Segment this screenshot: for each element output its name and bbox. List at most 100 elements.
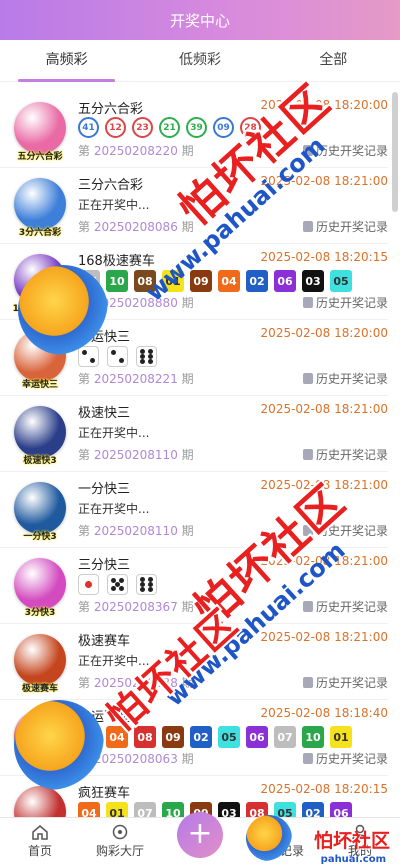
period-number: 第 20250208063 期 xyxy=(78,750,194,767)
dice-pip xyxy=(90,358,96,364)
lottery-name: 幸运快三 xyxy=(78,330,131,345)
tab-all[interactable]: 全部 xyxy=(267,40,400,82)
lottery-row[interactable]: 幸运飞艇 幸运飞艇 2025-02-08 18:18:40 03 04 08 09 02 05 0… xyxy=(0,700,388,776)
draw-time: 2025-02-08 18:21:00 xyxy=(260,554,388,568)
dice-pip xyxy=(110,586,116,592)
result-number: 04 xyxy=(106,726,128,748)
draw-time: 2025-02-08 18:20:15 xyxy=(260,782,388,796)
dice-pip xyxy=(81,349,87,355)
history-label: 历史开奖记录 xyxy=(315,752,388,766)
result-ball: 39 xyxy=(186,117,207,138)
tab-low-frequency[interactable]: 低频彩 xyxy=(133,40,266,82)
lottery-name: 三分快三 xyxy=(78,558,131,573)
lottery-logo-caption: 一分快3 xyxy=(23,532,57,542)
lottery-list: 五分六合彩 五分六合彩 2025-02-08 18:20:00 41 12 23 21 39 0… xyxy=(0,92,388,817)
history-label: 历史开奖记录 xyxy=(315,448,388,462)
history-icon xyxy=(302,677,313,688)
result-number: 06 xyxy=(274,270,296,292)
lottery-row[interactable]: 疯狂赛车疯狂赛车2025-02-08 18:20:150401071009030… xyxy=(0,776,388,817)
dice-pip xyxy=(139,348,145,354)
lottery-row[interactable]: 极速赛车 极速赛车 2025-02-08 18:21:00 正在开奖中... 第 202… xyxy=(0,624,388,700)
draw-result-dice xyxy=(78,346,157,367)
result-number: 06 xyxy=(330,802,352,817)
history-label: 历史开奖记录 xyxy=(315,372,388,386)
lottery-row[interactable]: 五分六合彩 五分六合彩 2025-02-08 18:20:00 41 12 23 21 39 0… xyxy=(0,92,388,168)
period-prefix: 第 xyxy=(78,144,91,158)
lottery-logo xyxy=(14,406,66,458)
lottery-row[interactable]: 3分六合彩 三分六合彩 2025-02-08 18:21:00 正在开奖中... 第 2… xyxy=(0,168,388,244)
draw-time: 2025-02-08 18:20:00 xyxy=(260,98,388,112)
draw-result-balls: 41 12 23 21 39 09 28 xyxy=(78,117,261,138)
result-number: 10 xyxy=(162,802,184,817)
dice-pip xyxy=(139,576,145,582)
home-icon xyxy=(32,825,48,840)
lottery-logo-caption: 幸运快三 xyxy=(21,380,58,390)
period-number: 第 20250208538 期 xyxy=(78,674,194,691)
record-icon xyxy=(273,824,287,840)
result-ball: 12 xyxy=(105,117,126,138)
history-records-link[interactable]: 历史开奖记录 xyxy=(302,294,388,311)
dice-pip xyxy=(148,576,154,582)
history-records-link[interactable]: 历史开奖记录 xyxy=(302,370,388,387)
draw-time: 2025-02-08 18:21:00 xyxy=(260,402,388,416)
history-icon xyxy=(302,145,313,156)
lottery-row[interactable]: 3分快3 三分快三 2025-02-08 18:21:00 第 20250208367… xyxy=(0,548,388,624)
lottery-name: 三分六合彩 xyxy=(78,178,144,193)
period-suffix: 期 xyxy=(181,752,194,766)
tab-high-frequency[interactable]: 高频彩 xyxy=(0,40,133,82)
history-records-link[interactable]: 历史开奖记录 xyxy=(302,598,388,615)
result-ball: 09 xyxy=(213,117,234,138)
watermark-badge-text: 怕坏社区 xyxy=(313,830,390,852)
period-value: 20250208221 xyxy=(93,372,178,386)
app-screen: 开奖中心 高频彩 低频彩 全部 五分六合彩 五分六合彩 2025-02-08 18:… xyxy=(0,0,400,867)
lottery-logo-caption: 极速快3 xyxy=(23,456,57,466)
draw-status: 正在开奖中... xyxy=(78,654,150,668)
result-number: 03 xyxy=(302,270,324,292)
nav-home[interactable]: 首页 xyxy=(0,818,80,867)
scrollbar[interactable] xyxy=(392,92,398,212)
period-value: 20250208538 xyxy=(93,676,178,690)
page-header: 开奖中心 xyxy=(0,0,400,40)
result-number: 09 xyxy=(190,270,212,292)
history-records-link[interactable]: 历史开奖记录 xyxy=(302,142,388,159)
history-records-link[interactable]: 历史开奖记录 xyxy=(302,674,388,691)
dice-pip xyxy=(139,359,145,365)
dice-pip xyxy=(148,359,154,365)
history-icon xyxy=(302,221,313,232)
result-number: 07 xyxy=(134,802,156,817)
period-suffix: 期 xyxy=(181,296,194,310)
period-value: 20250208880 xyxy=(93,296,178,310)
history-records-link[interactable]: 历史开奖记录 xyxy=(302,522,388,539)
lottery-logo-caption: 168极速赛车 xyxy=(12,304,68,314)
history-label: 历史开奖记录 xyxy=(315,676,388,690)
draw-status: 正在开奖中... xyxy=(78,426,150,440)
result-number: 07 xyxy=(78,270,100,292)
history-records-link[interactable]: 历史开奖记录 xyxy=(302,218,388,235)
period-suffix: 期 xyxy=(181,220,194,234)
dice-pip xyxy=(148,582,154,587)
lottery-row[interactable]: 幸运快三 幸运快三 2025-02-08 18:20:00 第 20250208221… xyxy=(0,320,388,396)
lottery-name: 疯狂赛车 xyxy=(78,786,131,801)
nav-records[interactable]: 开奖记录 xyxy=(240,818,320,867)
lottery-logo-caption: 3分快3 xyxy=(24,608,56,618)
nav-records-label: 开奖记录 xyxy=(255,844,304,858)
history-icon xyxy=(302,525,313,536)
lottery-row[interactable]: 168极速赛车 168极速赛车 2025-02-08 18:20:15 07 10 08 0… xyxy=(0,244,388,320)
history-records-link[interactable]: 历史开奖记录 xyxy=(302,446,388,463)
period-prefix: 第 xyxy=(78,676,91,690)
dice-face-1 xyxy=(78,574,99,595)
dice-face-6 xyxy=(136,574,157,595)
result-ball: 28 xyxy=(240,117,261,138)
result-number: 01 xyxy=(330,726,352,748)
nav-lottery-hall-label: 购彩大厅 xyxy=(95,844,144,858)
result-number: 01 xyxy=(106,802,128,817)
lottery-row[interactable]: 极速快3 极速快三 2025-02-08 18:21:00 正在开奖中... 第 202… xyxy=(0,396,388,472)
history-records-link[interactable]: 历史开奖记录 xyxy=(302,750,388,767)
add-bet-button[interactable]: + xyxy=(177,812,223,858)
result-number: 08 xyxy=(246,802,268,817)
period-number: 第 20250208086 期 xyxy=(78,218,194,235)
result-number: 02 xyxy=(190,726,212,748)
lottery-row[interactable]: 一分快3 一分快三 2025-02-08 18:21:00 正在开奖中... 第 202… xyxy=(0,472,388,548)
lottery-name: 幸运飞艇 xyxy=(78,710,131,725)
nav-lottery-hall[interactable]: 购彩大厅 xyxy=(80,818,160,867)
